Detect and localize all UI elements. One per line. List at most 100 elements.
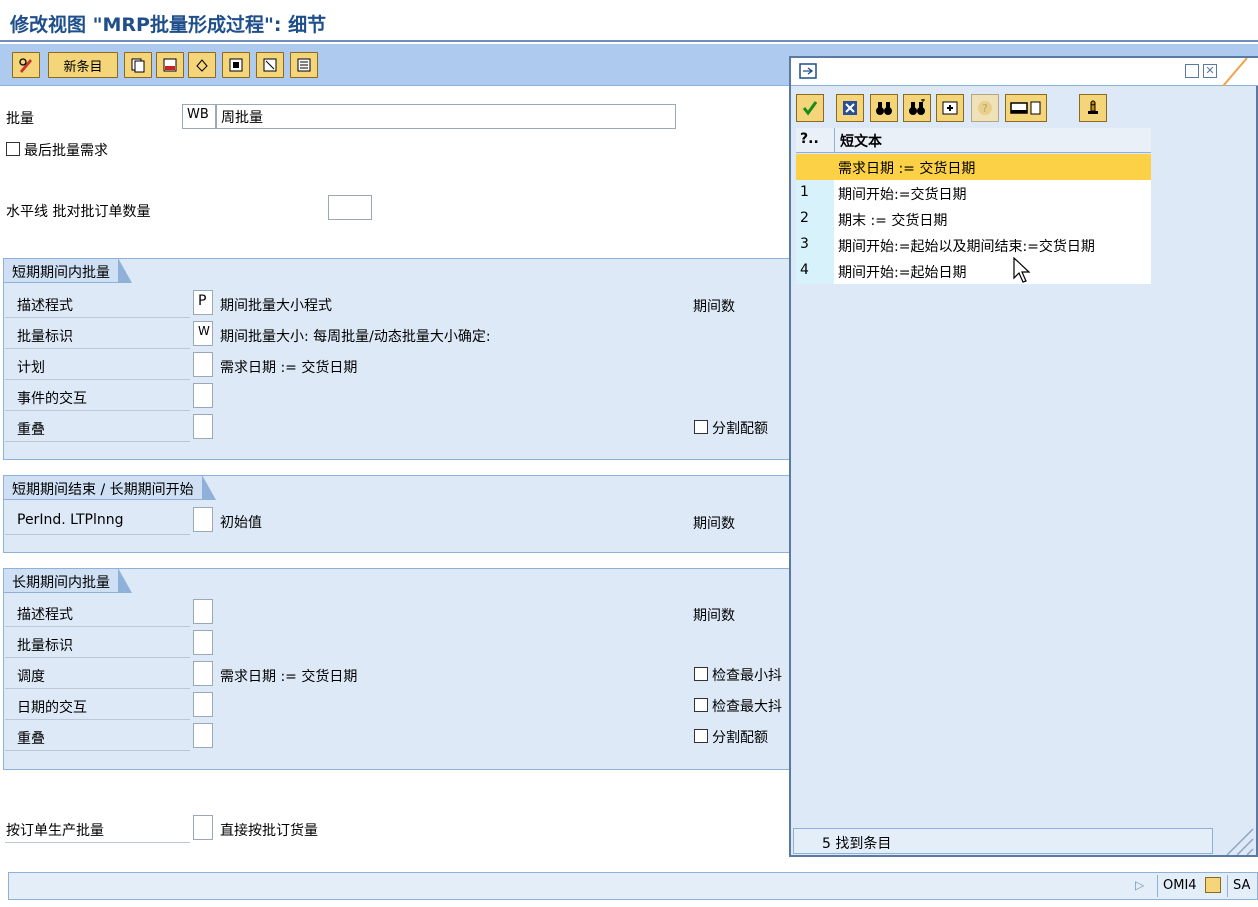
short-row-label: 计划	[5, 352, 190, 380]
select-block-button[interactable]	[256, 52, 284, 78]
check-max-label: 检查最大抖	[712, 699, 782, 715]
short-row-text: 期间批量大小程式	[220, 298, 332, 314]
long-row-code-field[interactable]	[193, 723, 213, 748]
check-min-checkbox[interactable]	[694, 667, 708, 681]
transaction-code: OMI4	[1163, 878, 1197, 893]
long-row-label: 重叠	[5, 723, 190, 751]
order-lot-text: 直接按批订货量	[220, 823, 318, 839]
copy-button[interactable]	[124, 52, 152, 78]
long-row-code-field[interactable]	[193, 661, 213, 686]
session-list-icon[interactable]	[1205, 877, 1221, 893]
horizon-field[interactable]	[328, 195, 372, 220]
undo-button[interactable]	[188, 52, 216, 78]
row-text: 期末 := 交货日期	[838, 213, 948, 229]
horizon-label: 水平线 批对批订单数量	[6, 204, 151, 220]
find-next-icon	[909, 99, 925, 115]
grid-header-idx[interactable]: ?..	[800, 131, 819, 147]
close-icon[interactable]: ✕	[1203, 64, 1217, 78]
order-lot-code-field[interactable]	[193, 815, 213, 840]
lot-size-text-field: 周批量	[216, 104, 676, 129]
transition-row-text: 初始值	[220, 515, 262, 531]
table-row[interactable]: 3 期间开始:=起始以及期间结束:=交货日期	[796, 232, 1151, 258]
row-index	[796, 154, 834, 180]
resize-grip-icon[interactable]	[1215, 828, 1255, 855]
row-index: 2	[796, 206, 834, 232]
short-row-label: 事件的交互	[5, 383, 190, 411]
short-periods-label: 期间数	[693, 299, 735, 315]
help-button[interactable]: ?	[971, 94, 999, 122]
table-row[interactable]: 1 期间开始:=交货日期	[796, 180, 1151, 206]
long-row-code-field[interactable]	[193, 630, 213, 655]
short-row-code-field[interactable]	[193, 383, 213, 408]
long-term-group-title: 长期期间内批量	[4, 568, 132, 593]
delete-icon	[163, 58, 177, 72]
deselect-all-icon	[297, 58, 311, 72]
popup-window-icon	[799, 63, 817, 79]
row-index: 1	[796, 180, 834, 206]
table-row[interactable]: 需求日期 := 交货日期	[796, 154, 1151, 180]
short-row-label: 批量标识	[5, 321, 190, 349]
status-bar: ▷ OMI4 SA	[8, 872, 1258, 900]
long-row-code-field[interactable]	[193, 692, 213, 717]
minimize-icon[interactable]	[1185, 64, 1199, 78]
help-icon: ?	[978, 101, 992, 115]
short-row-label: 描述程式	[5, 290, 190, 318]
value-help-popup: ✕ ? ?.. 短文本 需求日期 := 交货日期 1 期间开始:=交货日期 2 …	[789, 56, 1258, 857]
lot-size-label: 批量	[6, 111, 34, 127]
print-button[interactable]	[1005, 94, 1047, 122]
check-max-checkbox[interactable]	[694, 698, 708, 712]
select-all-icon	[229, 58, 243, 72]
find-button[interactable]	[870, 94, 898, 122]
pencil-glasses-icon	[19, 58, 32, 73]
popup-title-bar: ✕	[791, 58, 1258, 86]
long-split-quota-checkbox[interactable]	[694, 729, 708, 743]
row-text: 期间开始:=起始以及期间结束:=交货日期	[838, 239, 1095, 255]
select-all-button[interactable]	[222, 52, 250, 78]
last-lot-requirement-checkbox[interactable]	[6, 142, 20, 156]
transition-code-field[interactable]	[193, 507, 213, 532]
deselect-all-button[interactable]	[290, 52, 318, 78]
cancel-button[interactable]	[836, 94, 864, 122]
short-split-quota-label: 分割配额	[712, 421, 768, 437]
popup-status-bar: 5 找到条目	[793, 828, 1213, 854]
long-row-label: 批量标识	[5, 630, 190, 658]
confirm-button[interactable]	[796, 94, 824, 122]
binoculars-icon	[876, 102, 892, 115]
short-row-code-field[interactable]	[193, 352, 213, 377]
undo-icon	[196, 59, 208, 72]
delete-button[interactable]	[156, 52, 184, 78]
short-row-text: 需求日期 := 交货日期	[220, 360, 358, 376]
select-block-icon	[263, 58, 277, 72]
new-window-icon	[942, 101, 958, 115]
grid-header-text[interactable]: 短文本	[840, 131, 882, 151]
table-row[interactable]: 2 期末 := 交货日期	[796, 206, 1151, 232]
personalize-icon	[1088, 100, 1098, 114]
mouse-cursor-icon	[1013, 257, 1031, 283]
long-row-label: 日期的交互	[5, 692, 190, 720]
table-row[interactable]: 4 期间开始:=起始日期	[796, 258, 1151, 284]
long-row-code-field[interactable]	[193, 599, 213, 624]
short-row-code-field[interactable]	[193, 414, 213, 439]
printer-icon	[1010, 101, 1041, 115]
short-split-quota-checkbox[interactable]	[694, 420, 708, 434]
row-text: 需求日期 := 交货日期	[838, 161, 976, 177]
new-window-button[interactable]	[936, 94, 964, 122]
find-next-button[interactable]	[903, 94, 931, 122]
long-row-text: 需求日期 := 交货日期	[220, 669, 358, 685]
lot-size-code-field[interactable]: WB	[182, 104, 216, 129]
cancel-icon	[843, 101, 857, 115]
short-row-code-field[interactable]: W	[193, 321, 213, 346]
personalize-button[interactable]	[1079, 94, 1107, 122]
new-entries-button[interactable]: 新条目	[48, 52, 118, 78]
row-index: 3	[796, 232, 834, 258]
svg-text:?: ?	[982, 102, 988, 115]
row-text: 期间开始:=交货日期	[838, 187, 967, 203]
play-arrow-icon[interactable]: ▷	[1135, 878, 1144, 892]
copy-icon	[131, 58, 145, 73]
row-index: 4	[796, 258, 834, 284]
last-lot-requirement-label: 最后批量需求	[24, 143, 108, 159]
row-text: 期间开始:=起始日期	[838, 265, 967, 281]
display-change-button[interactable]	[12, 52, 40, 78]
grid-header: ?.. 短文本	[796, 128, 1151, 153]
short-row-code-field[interactable]: P	[193, 290, 213, 315]
